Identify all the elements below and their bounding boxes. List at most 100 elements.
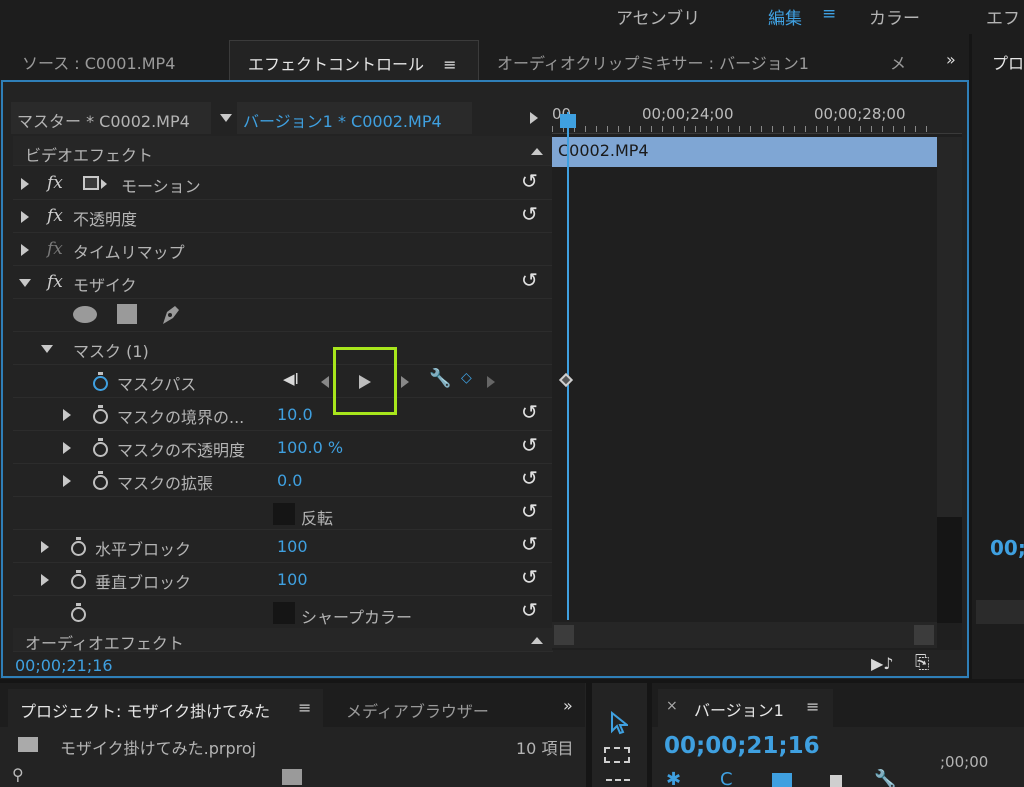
expand-icon[interactable] [63, 409, 71, 421]
track-backward-icon[interactable] [321, 376, 329, 388]
reset-icon[interactable]: ↺ [521, 435, 543, 456]
workspace-edit[interactable]: 編集 [768, 4, 802, 29]
tab-effect-controls[interactable]: エフェクトコントロール ≡ [229, 40, 479, 80]
expand-icon[interactable] [21, 244, 29, 256]
tab-media-browser[interactable]: メディアブラウザー [346, 698, 489, 722]
program-scrollbar[interactable] [976, 600, 1024, 624]
workspace-effects[interactable]: エフ [986, 4, 1020, 29]
workspace-color[interactable]: カラー [869, 4, 920, 29]
panel-menu-icon[interactable]: ≡ [806, 697, 819, 716]
mask-group-row[interactable]: マスク (1) [13, 333, 553, 365]
tabs-overflow-icon[interactable]: » [563, 696, 573, 715]
tab-audio-clip-mixer[interactable]: オーディオクリップミキサー : バージョン1 [497, 40, 809, 80]
keyframe-marker[interactable] [558, 372, 574, 388]
workspace-menu-icon[interactable]: ≡ [822, 4, 836, 24]
folder-up-icon[interactable] [18, 737, 38, 752]
add-marker-icon[interactable] [772, 773, 792, 787]
clip-bar[interactable]: C0002.MP4 [552, 137, 937, 167]
show-timeline-icon[interactable] [530, 112, 538, 124]
stopwatch-active-icon[interactable] [93, 372, 108, 391]
clip-dropdown-icon[interactable] [220, 114, 232, 122]
pen-mask-icon[interactable] [159, 302, 183, 326]
mask-feather-value[interactable]: 10.0 [277, 405, 313, 424]
sharp-colors-checkbox[interactable] [273, 602, 295, 624]
export-icon[interactable]: ⎘ [915, 652, 929, 673]
close-tab-icon[interactable]: × [666, 698, 678, 714]
collapse-icon[interactable] [41, 345, 53, 353]
vertical-blocks-value[interactable]: 100 [277, 570, 308, 589]
hscroll-right-handle[interactable] [914, 625, 934, 645]
current-timecode[interactable]: 00;00;21;16 [15, 656, 113, 675]
track-forward-one-icon[interactable] [401, 376, 409, 388]
tab-sequence[interactable]: × バージョン1 ≡ [658, 689, 833, 727]
ellipse-mask-icon[interactable] [73, 306, 97, 323]
next-keyframe-icon[interactable] [487, 376, 495, 388]
linked-selection-icon[interactable]: C [720, 769, 733, 787]
tab-project[interactable]: プロジェクト: モザイク掛けてみた ≡ [8, 689, 323, 727]
track-backward-one-icon[interactable]: ◀I [283, 370, 299, 388]
workspace-assembly[interactable]: アセンブリ [616, 4, 700, 29]
selection-tool-icon[interactable] [610, 710, 630, 735]
tab-program[interactable]: プロ [992, 40, 1024, 80]
master-clip-selector[interactable]: マスター * C0002.MP4 [11, 102, 211, 134]
search-icon[interactable]: ⚲ [12, 765, 24, 784]
expand-icon[interactable] [41, 541, 49, 553]
play-audio-icon[interactable]: ▶♪ [871, 654, 894, 673]
expand-icon[interactable] [21, 178, 29, 190]
mask-expansion-value[interactable]: 0.0 [277, 471, 302, 490]
effect-row-mosaic[interactable]: fx モザイク ↺ [13, 267, 553, 299]
stopwatch-icon[interactable] [93, 471, 108, 490]
collapse-up-icon[interactable] [531, 148, 543, 155]
effect-row-motion[interactable]: fx モーション ↺ [13, 168, 553, 200]
wrench-icon[interactable]: 🔧 [429, 368, 451, 389]
stopwatch-icon[interactable] [71, 603, 86, 622]
effect-timeline[interactable]: 00 00;00;24;00 00;00;28;00 C0002.MP4 [552, 102, 962, 650]
stopwatch-icon[interactable] [93, 438, 108, 457]
invert-checkbox[interactable] [273, 503, 295, 525]
reset-icon[interactable]: ↺ [521, 567, 543, 588]
expand-icon[interactable] [21, 211, 29, 223]
tab-more[interactable]: メ [890, 40, 906, 80]
reset-icon[interactable]: ↺ [521, 402, 543, 423]
reset-icon[interactable]: ↺ [521, 501, 543, 522]
timeline-hscroll[interactable] [552, 622, 937, 648]
bin-search-icon[interactable] [282, 769, 302, 785]
marker-icon[interactable] [830, 775, 842, 787]
stopwatch-icon[interactable] [71, 537, 86, 556]
tabs-overflow-icon[interactable]: » [946, 40, 956, 80]
reset-icon[interactable]: ↺ [521, 270, 543, 291]
collapse-icon[interactable] [19, 279, 31, 287]
rectangle-mask-icon[interactable] [117, 304, 137, 324]
tab-source[interactable]: ソース : C0001.MP4 [22, 40, 175, 80]
fx-icon[interactable]: fx [47, 173, 63, 193]
playhead-handle[interactable] [560, 114, 576, 128]
sequence-timecode[interactable]: 00;00;21;16 [664, 733, 820, 759]
settings-wrench-icon[interactable]: 🔧 [874, 769, 896, 787]
reset-icon[interactable]: ↺ [521, 171, 543, 192]
mask-opacity-value[interactable]: 100.0 % [277, 438, 343, 457]
collapse-up-icon[interactable] [531, 637, 543, 644]
keyframe-diamond-icon[interactable]: ◇ [461, 370, 472, 386]
fx-icon[interactable]: fx [47, 272, 63, 292]
panel-menu-icon[interactable]: ≡ [298, 698, 311, 717]
track-select-tool-icon[interactable] [604, 747, 630, 763]
divider-vertical-right[interactable] [969, 34, 972, 679]
stopwatch-icon[interactable] [93, 405, 108, 424]
program-timecode[interactable]: 00; [990, 536, 1024, 560]
reset-icon[interactable]: ↺ [521, 204, 543, 225]
hscroll-left-handle[interactable] [554, 625, 574, 645]
sequence-clip-selector[interactable]: バージョン1 * C0002.MP4 [237, 102, 472, 134]
fx-icon[interactable]: fx [47, 206, 63, 226]
effect-row-opacity[interactable]: fx 不透明度 ↺ [13, 201, 553, 233]
reset-icon[interactable]: ↺ [521, 600, 543, 621]
expand-icon[interactable] [63, 475, 71, 487]
expand-icon[interactable] [41, 574, 49, 586]
stopwatch-icon[interactable] [71, 570, 86, 589]
snap-icon[interactable]: ✱ [666, 769, 681, 787]
motion-transform-icon[interactable] [83, 176, 99, 190]
reset-icon[interactable]: ↺ [521, 534, 543, 555]
reset-icon[interactable]: ↺ [521, 468, 543, 489]
track-forward-icon[interactable] [359, 375, 371, 389]
expand-icon[interactable] [63, 442, 71, 454]
ripple-tool-icon[interactable] [606, 779, 630, 787]
